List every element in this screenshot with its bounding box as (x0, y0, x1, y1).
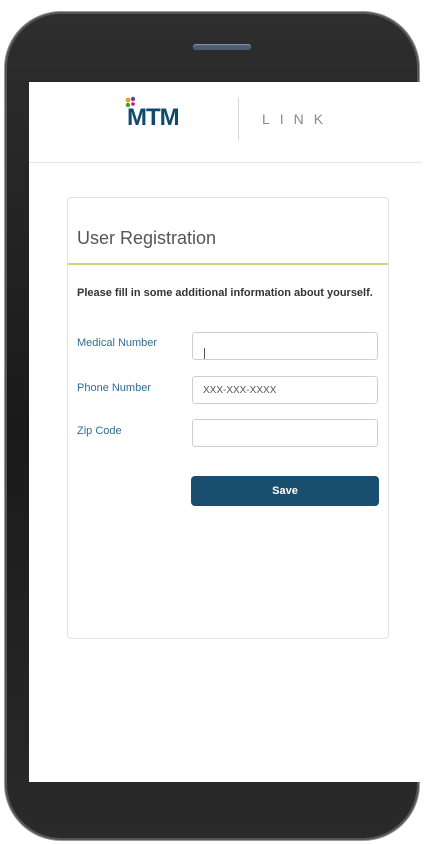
title-divider (68, 263, 388, 265)
phone-number-input[interactable] (192, 376, 378, 404)
medical-number-input[interactable] (192, 332, 378, 360)
app-screen: MTM LINK User Registration Please fill i… (29, 82, 422, 782)
app-header: MTM LINK (29, 82, 422, 163)
text-cursor (204, 348, 205, 359)
logo-divider (238, 98, 239, 140)
zip-code-input[interactable] (192, 419, 378, 447)
zip-code-label: Zip Code (77, 425, 122, 437)
phone-number-label: Phone Number (77, 382, 151, 394)
registration-card: User Registration Please fill in some ad… (67, 197, 389, 639)
phone-frame: MTM LINK User Registration Please fill i… (5, 12, 422, 840)
instruction-text: Please fill in some additional informati… (77, 287, 373, 299)
logo-product: LINK (262, 111, 334, 127)
page-title: User Registration (77, 228, 217, 248)
logo-brand: MTM (127, 104, 180, 131)
save-button[interactable]: Save (191, 476, 379, 506)
medical-number-label: Medical Number (77, 337, 158, 349)
phone-speaker (193, 44, 251, 50)
